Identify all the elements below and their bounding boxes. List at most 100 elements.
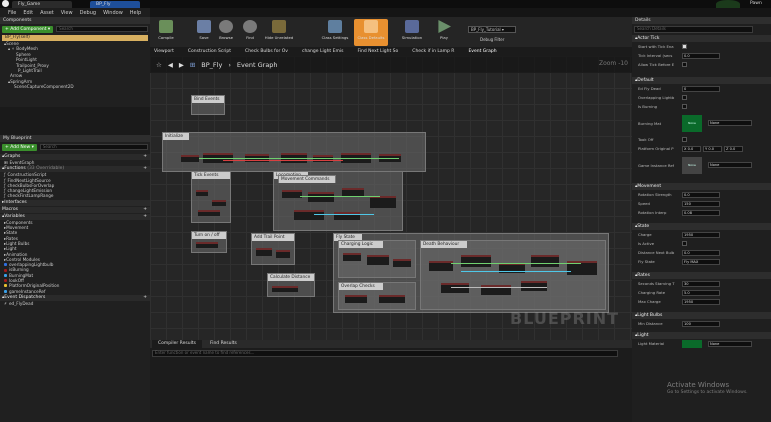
section-default[interactable]: ▴Default: [632, 77, 771, 84]
prop-checkbox[interactable]: [682, 95, 687, 100]
graph-node[interactable]: [521, 281, 547, 291]
light-material-thumbnail[interactable]: [682, 339, 702, 348]
details-search-input[interactable]: Search Details: [634, 26, 753, 33]
interfaces-section[interactable]: ▸Interfaces: [0, 199, 150, 206]
add-new-button[interactable]: + Add New ▾: [2, 144, 37, 151]
back-arrow-icon[interactable]: ◀: [168, 61, 173, 69]
prop-enum-select[interactable]: Fly MAX: [682, 258, 720, 265]
macros-section[interactable]: Macros +: [0, 206, 150, 213]
vector-x-input[interactable]: X 0.0: [682, 145, 701, 152]
add-macro-icon[interactable]: +: [143, 207, 147, 213]
menu-window[interactable]: Window: [103, 10, 123, 16]
tree-scenecapture[interactable]: SceneCaptureComponent2D: [4, 84, 150, 89]
components-search-input[interactable]: Search: [56, 26, 148, 32]
graph-node[interactable]: [198, 210, 220, 216]
section-actor-tick[interactable]: ▴Actor Tick: [632, 35, 771, 42]
graph-node[interactable]: [345, 295, 367, 303]
breadcrumb-blueprint[interactable]: BP_Fly: [201, 61, 222, 69]
graph-node[interactable]: [342, 188, 364, 196]
graph-node[interactable]: [256, 248, 272, 256]
tab-find-next-light[interactable]: Find Next Light So: [357, 49, 398, 54]
add-component-button[interactable]: + Add Component ▾: [2, 26, 54, 33]
prop-value-input[interactable]: 5.0: [682, 289, 720, 296]
tab-fly-game[interactable]: Fly_Game: [12, 1, 72, 8]
section-state[interactable]: ▴State: [632, 223, 771, 230]
prop-checkbox[interactable]: [682, 241, 687, 246]
menu-help[interactable]: Help: [130, 10, 141, 16]
prop-checkbox[interactable]: [682, 104, 687, 109]
menu-asset[interactable]: Asset: [40, 10, 54, 16]
tab-check-lamp-range[interactable]: Check if in Lamp R: [412, 49, 454, 54]
graph-node[interactable]: [294, 210, 324, 220]
prop-value-input[interactable]: 30: [682, 280, 720, 287]
graph-node[interactable]: [272, 286, 298, 292]
comment-add-trail-point[interactable]: Add Trail Point: [251, 233, 295, 265]
menu-view[interactable]: View: [61, 10, 73, 16]
vector-y-input[interactable]: Y 0.0: [703, 145, 722, 152]
star-icon[interactable]: ☆: [156, 61, 162, 69]
section-light[interactable]: ▴Light: [632, 332, 771, 339]
class-settings-button[interactable]: Class Settings: [318, 19, 352, 46]
comment-bind-events[interactable]: Bind Events: [191, 95, 225, 115]
comment-fly-state[interactable]: Fly State Charging Logic Overlap Checks …: [333, 233, 609, 313]
add-variable-icon[interactable]: +: [143, 214, 147, 220]
section-movement[interactable]: ▴Movement: [632, 183, 771, 190]
graph-node[interactable]: [308, 192, 334, 202]
comment-charging-logic[interactable]: Charging Logic: [338, 240, 416, 278]
prop-value-input[interactable]: 0.0: [682, 249, 720, 256]
hide-unrelated-button[interactable]: Hide Unrelated: [262, 19, 296, 46]
section-rates[interactable]: ▴Rates: [632, 272, 771, 279]
material-thumbnail[interactable]: None: [682, 114, 702, 132]
comment-locomotion[interactable]: Locomotion Movement Commands: [273, 171, 403, 231]
tab-construction-script[interactable]: Construction Script: [188, 49, 231, 54]
menu-debug[interactable]: Debug: [80, 10, 96, 16]
prop-value-input[interactable]: 0.0: [682, 191, 720, 198]
comment-movement-commands[interactable]: Movement Commands: [278, 175, 336, 183]
graph-canvas[interactable]: ☆ ◀ ▶ ⊞ BP_Fly › Event Graph Zoom -10 Bi…: [150, 56, 632, 340]
graph-node[interactable]: [181, 155, 199, 162]
tab-event-graph[interactable]: Event Graph: [468, 49, 496, 54]
graph-node[interactable]: [379, 295, 405, 303]
graph-node[interactable]: [461, 255, 491, 267]
section-light-bulbs[interactable]: ▴Light Bulbs: [632, 312, 771, 319]
graph-node[interactable]: [282, 190, 302, 198]
menu-edit[interactable]: Edit: [23, 10, 33, 16]
tab-check-bulbs[interactable]: Check Bulbs for Ov: [245, 49, 288, 54]
debug-object-select[interactable]: BP_Fly_Tutorial ▾: [468, 26, 516, 33]
graph-node[interactable]: [393, 259, 411, 267]
tab-viewport[interactable]: Viewport: [154, 49, 174, 54]
light-material-select[interactable]: None: [708, 340, 752, 347]
comment-calculate-distance[interactable]: Calculate Distance: [267, 273, 315, 297]
find-results-search-input[interactable]: Enter function or event name to find ref…: [152, 350, 618, 357]
comment-death-behaviour[interactable]: Death Behaviour: [420, 240, 606, 310]
function-item[interactable]: ƒ checkFirstLampRange: [0, 193, 150, 198]
graph-node[interactable]: [276, 250, 290, 258]
vector-z-input[interactable]: Z 0.0: [724, 145, 743, 152]
event-graph-item[interactable]: ⊞ EventGraph: [0, 160, 150, 165]
prop-checkbox[interactable]: [682, 44, 687, 49]
prop-value-input[interactable]: 150: [682, 200, 720, 207]
prop-value-input[interactable]: 1950: [682, 298, 720, 305]
myblueprint-search-input[interactable]: Search: [39, 144, 148, 150]
prop-value-input[interactable]: 100: [682, 320, 720, 327]
add-graph-icon[interactable]: +: [143, 154, 147, 160]
prop-value-input[interactable]: 0.08: [682, 209, 720, 216]
menu-file[interactable]: File: [8, 10, 16, 16]
prop-value-input[interactable]: 0.0: [682, 52, 720, 59]
prop-value-input[interactable]: 1950: [682, 231, 720, 238]
add-dispatcher-icon[interactable]: +: [143, 295, 147, 301]
graph-node[interactable]: [196, 190, 208, 196]
tab-change-light[interactable]: change Light Emis: [302, 49, 343, 54]
comment-overlap-checks[interactable]: Overlap Checks: [338, 282, 416, 310]
comment-tick-events[interactable]: Tick Events: [191, 171, 231, 223]
variable-item[interactable]: gameInstanceRef: [0, 289, 150, 294]
tab-bp-fly[interactable]: BP_Fly: [90, 1, 140, 8]
graph-node[interactable]: [212, 200, 226, 206]
prop-checkbox[interactable]: [682, 62, 687, 67]
play-button[interactable]: Play: [430, 19, 458, 46]
material-select[interactable]: None: [708, 120, 752, 126]
simulation-button[interactable]: Simulation: [398, 19, 426, 46]
prop-value-input[interactable]: 0: [682, 85, 720, 92]
tab-find-results[interactable]: Find Results: [204, 340, 243, 348]
tab-compiler-results[interactable]: Compiler Results: [152, 340, 202, 348]
